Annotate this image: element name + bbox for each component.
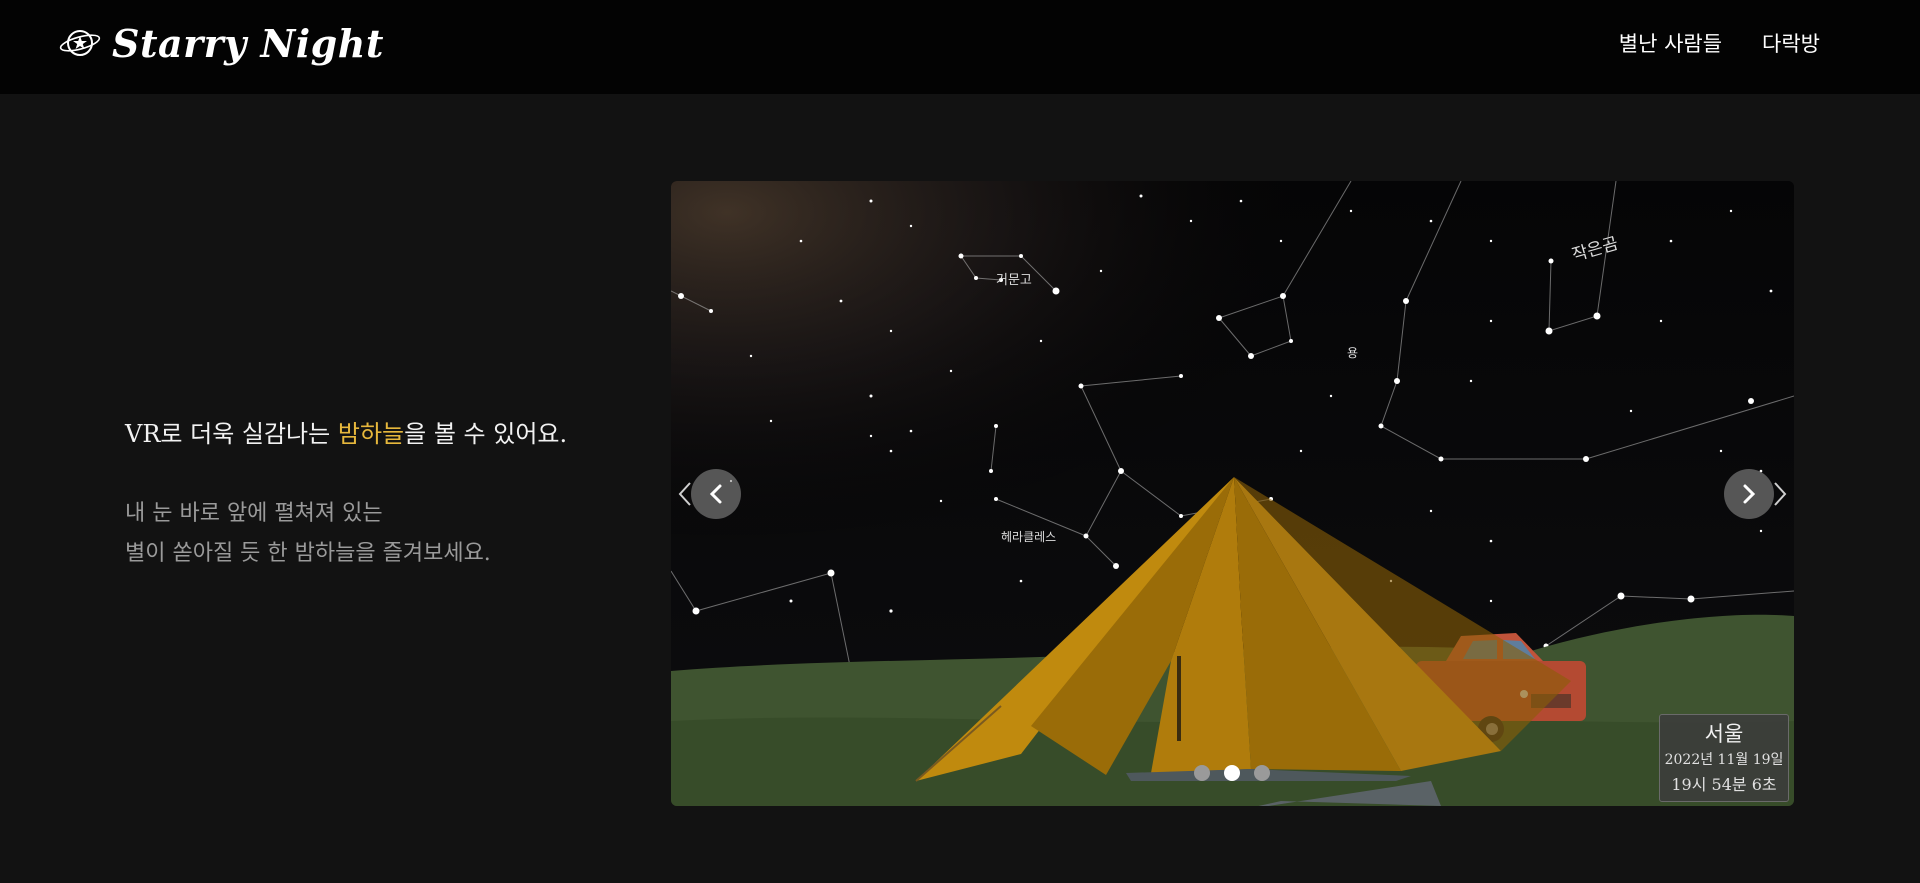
nav-item-attic[interactable]: 다락방 xyxy=(1762,28,1820,58)
label-lyra: 거문고 xyxy=(996,273,1032,288)
intro-headline: VR로 더욱 실감나는 밤하늘을 볼 수 있어요. xyxy=(125,416,685,452)
intro-section: VR로 더욱 실감나는 밤하늘을 볼 수 있어요. 내 눈 바로 앞에 펼쳐져 … xyxy=(125,416,685,574)
location-city: 서울 xyxy=(1704,722,1744,746)
carousel-pagination xyxy=(1194,765,1270,781)
main-nav: 별난 사람들 다락방 xyxy=(1619,28,1820,58)
headline-text-end: 을 볼 수 있어요. xyxy=(404,420,568,448)
current-time: 19시 54분 6초 xyxy=(1671,775,1777,794)
night-sky-carousel: 거문고 작은곰 용 헤라클레스 서울 2022년 11월 19일 19시 54분… xyxy=(671,181,1794,806)
headline-text-start: VR로 더욱 실감나는 xyxy=(125,420,338,448)
chevron-right-icon xyxy=(1743,484,1756,504)
location-time-panel: 서울 2022년 11월 19일 19시 54분 6초 xyxy=(1659,714,1789,802)
intro-description: 내 눈 바로 앞에 펼쳐져 있는 별이 쏟아질 듯 한 밤하늘을 즐겨보세요. xyxy=(125,494,685,574)
carousel-prev-button[interactable] xyxy=(691,469,741,519)
label-hercules: 헤라클레스 xyxy=(1001,530,1056,544)
top-header: Starry Night 별난 사람들 다락방 xyxy=(0,0,1920,94)
label-draco: 용 xyxy=(1347,346,1358,360)
headline-accent: 밤하늘 xyxy=(337,420,405,448)
nav-item-people[interactable]: 별난 사람들 xyxy=(1619,28,1722,58)
planet-star-icon xyxy=(59,30,101,56)
logo[interactable]: Starry Night xyxy=(58,18,384,68)
description-line-2: 별이 쏟아질 듯 한 밤하늘을 즐겨보세요. xyxy=(125,541,491,566)
carousel-dot-1[interactable] xyxy=(1194,765,1210,781)
current-date: 2022년 11월 19일 xyxy=(1664,752,1784,768)
carousel-dot-3[interactable] xyxy=(1254,765,1270,781)
description-line-1: 내 눈 바로 앞에 펼쳐져 있는 xyxy=(125,501,383,526)
side-chevron-right-icon xyxy=(1774,482,1787,506)
chevron-left-icon xyxy=(709,484,722,504)
logo-text: Starry Night xyxy=(112,20,384,66)
night-sky-scene: 거문고 작은곰 용 헤라클레스 xyxy=(671,181,1794,806)
carousel-next-button[interactable] xyxy=(1724,469,1774,519)
carousel-dot-2-active[interactable] xyxy=(1224,765,1240,781)
